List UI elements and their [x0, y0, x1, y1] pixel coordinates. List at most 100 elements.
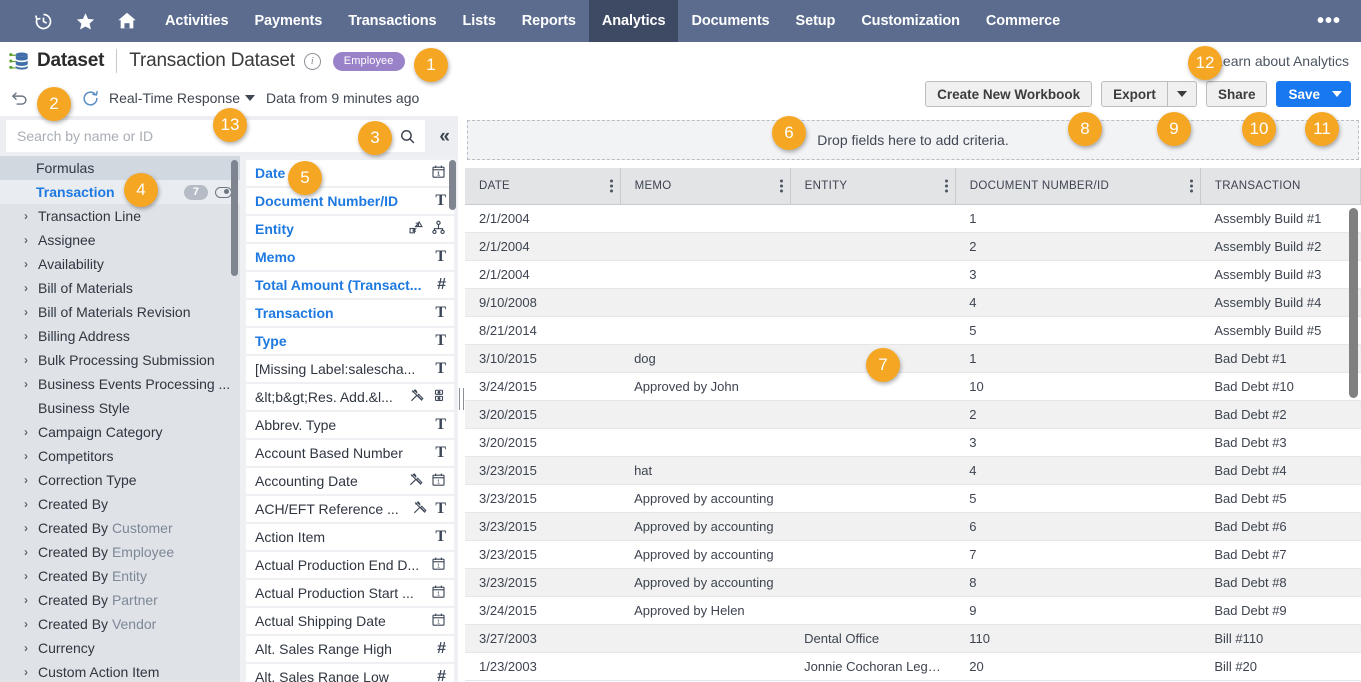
- tree-row[interactable]: Transaction 7: [0, 180, 240, 204]
- chevron-right-icon[interactable]: ›: [18, 473, 34, 487]
- chevron-right-icon[interactable]: ›: [18, 497, 34, 511]
- tree-row[interactable]: › Assignee: [0, 228, 240, 252]
- field-list-scrollbar[interactable]: [449, 160, 456, 210]
- chevron-right-icon[interactable]: ›: [18, 233, 34, 247]
- field-list-item[interactable]: Actual Shipping Date 1: [246, 608, 454, 634]
- field-list-item[interactable]: &lt;b&gt;Res. Add.&l...: [246, 384, 454, 410]
- response-mode-label[interactable]: Real-Time Response: [109, 90, 240, 106]
- chevron-right-icon[interactable]: ›: [18, 305, 34, 319]
- create-new-workbook-button[interactable]: Create New Workbook: [925, 81, 1093, 107]
- chevron-right-icon[interactable]: ›: [18, 257, 34, 271]
- grid-column-header[interactable]: DATE: [465, 168, 621, 205]
- tree-row[interactable]: › Created By Entity: [0, 564, 240, 588]
- field-list-item[interactable]: Actual Production Start ... 1: [246, 580, 454, 606]
- share-button[interactable]: Share: [1205, 81, 1268, 107]
- tree-row[interactable]: › Created By Customer: [0, 516, 240, 540]
- nav-item-payments[interactable]: Payments: [241, 0, 335, 42]
- grid-column-header[interactable]: MEMO: [620, 168, 791, 205]
- field-list-item[interactable]: Transaction T: [246, 300, 454, 326]
- tree-scrollbar[interactable]: [231, 160, 238, 276]
- nav-item-transactions[interactable]: Transactions: [335, 0, 449, 42]
- field-list-item[interactable]: ACH/EFT Reference ... T: [246, 496, 454, 522]
- chevron-right-icon[interactable]: ›: [18, 377, 34, 391]
- table-row[interactable]: 3/23/2015 Approved by accounting 5 Bad Debt…: [465, 484, 1361, 513]
- table-row[interactable]: 3/24/2015 Approved by John 10 Bad Debt #10: [465, 372, 1361, 401]
- column-menu-icon[interactable]: [779, 179, 783, 193]
- field-list-item[interactable]: Abbrev. Type T: [246, 412, 454, 438]
- field-list-item[interactable]: Type T: [246, 328, 454, 354]
- field-list-item[interactable]: Actual Production End D... 1: [246, 552, 454, 578]
- chevron-right-icon[interactable]: ›: [18, 569, 34, 583]
- table-row[interactable]: 2/1/2004 2 Assembly Build #2: [465, 232, 1361, 261]
- export-button[interactable]: Export: [1101, 81, 1168, 107]
- tree-row[interactable]: › Custom Action Item: [0, 660, 240, 682]
- field-list-item[interactable]: Total Amount (Transact... #: [246, 272, 454, 298]
- tree-row[interactable]: › Billing Address: [0, 324, 240, 348]
- column-menu-icon[interactable]: [609, 179, 613, 193]
- column-menu-icon[interactable]: [944, 179, 948, 193]
- export-dropdown-button[interactable]: [1167, 81, 1197, 107]
- tree-row[interactable]: › Correction Type: [0, 468, 240, 492]
- tree-row[interactable]: › Created By Partner: [0, 588, 240, 612]
- grid-column-header[interactable]: TRANSACTION: [1200, 168, 1361, 205]
- search-input[interactable]: [15, 127, 396, 145]
- chevron-right-icon[interactable]: ›: [18, 425, 34, 439]
- learn-about-analytics-link[interactable]: Learn about Analytics: [1215, 53, 1349, 69]
- table-row[interactable]: 3/27/2003 Dental Office 110 Bill #110: [465, 624, 1361, 653]
- tree-row[interactable]: › Bulk Processing Submission: [0, 348, 240, 372]
- tree-row[interactable]: Business Style: [0, 396, 240, 420]
- table-row[interactable]: 3/24/2015 Approved by Helen 9 Bad Debt #9: [465, 596, 1361, 625]
- home-icon[interactable]: [110, 0, 144, 42]
- chevron-right-icon[interactable]: ›: [18, 281, 34, 295]
- tree-row[interactable]: › Bill of Materials Revision: [0, 300, 240, 324]
- table-row[interactable]: 3/20/2015 2 Bad Debt #2: [465, 400, 1361, 429]
- table-row[interactable]: 2/1/2004 3 Assembly Build #3: [465, 260, 1361, 289]
- nav-item-lists[interactable]: Lists: [449, 0, 508, 42]
- table-row[interactable]: 3/23/2015 Approved by accounting 8 Bad Debt…: [465, 568, 1361, 597]
- nav-item-setup[interactable]: Setup: [783, 0, 849, 42]
- field-list-item[interactable]: Alt. Sales Range Low #: [246, 664, 454, 682]
- tree-row[interactable]: Formulas: [0, 156, 240, 180]
- nav-item-commerce[interactable]: Commerce: [973, 0, 1073, 42]
- column-menu-icon[interactable]: [1189, 179, 1193, 193]
- field-list-item[interactable]: Date 1: [246, 160, 454, 186]
- data-grid-scrollbar[interactable]: [1349, 208, 1358, 398]
- chevron-right-icon[interactable]: ›: [18, 449, 34, 463]
- collapse-panel-icon[interactable]: «: [439, 127, 450, 146]
- tree-row[interactable]: › Created By Employee: [0, 540, 240, 564]
- chevron-right-icon[interactable]: ›: [18, 521, 34, 535]
- tree-row[interactable]: › Campaign Category: [0, 420, 240, 444]
- show-selected-toggle[interactable]: [215, 186, 232, 198]
- table-row[interactable]: 1/23/2003 Jonnie Cochoran Legal... 20 Bill …: [465, 652, 1361, 681]
- search-icon[interactable]: [399, 128, 416, 145]
- field-list-item[interactable]: Action Item T: [246, 524, 454, 550]
- save-button[interactable]: Save: [1276, 81, 1351, 107]
- nav-item-customization[interactable]: Customization: [848, 0, 973, 42]
- tree-row[interactable]: › Availability: [0, 252, 240, 276]
- tree-row[interactable]: › Created By Vendor: [0, 612, 240, 636]
- table-row[interactable]: 8/21/2014 5 Assembly Build #5: [465, 316, 1361, 345]
- panel-splitter[interactable]: [458, 116, 465, 682]
- grid-column-header[interactable]: ENTITY: [790, 168, 956, 205]
- field-list-item[interactable]: Memo T: [246, 244, 454, 270]
- tree-row[interactable]: › Transaction Line: [0, 204, 240, 228]
- refresh-icon[interactable]: [81, 89, 100, 108]
- field-list-item[interactable]: Entity: [246, 216, 454, 242]
- tree-row[interactable]: › Created By: [0, 492, 240, 516]
- grid-column-header[interactable]: DOCUMENT NUMBER/ID: [955, 168, 1201, 205]
- field-list-item[interactable]: [Missing Label:salescha... T: [246, 356, 454, 382]
- table-row[interactable]: 3/20/2015 3 Bad Debt #3: [465, 428, 1361, 457]
- chevron-right-icon[interactable]: ›: [18, 593, 34, 607]
- nav-item-documents[interactable]: Documents: [678, 0, 782, 42]
- chevron-right-icon[interactable]: ›: [18, 617, 34, 631]
- response-mode-caret-icon[interactable]: [244, 95, 255, 101]
- chevron-down-icon[interactable]: [1332, 91, 1342, 97]
- nav-overflow-button[interactable]: •••: [1317, 0, 1341, 42]
- info-icon[interactable]: i: [303, 52, 321, 70]
- tree-row[interactable]: › Bill of Materials: [0, 276, 240, 300]
- chevron-right-icon[interactable]: ›: [18, 209, 34, 223]
- star-icon[interactable]: [68, 0, 102, 42]
- field-list-item[interactable]: Accounting Date 1: [246, 468, 454, 494]
- nav-item-analytics[interactable]: Analytics: [588, 0, 679, 42]
- criteria-dropzone[interactable]: Drop fields here to add criteria.: [467, 120, 1359, 160]
